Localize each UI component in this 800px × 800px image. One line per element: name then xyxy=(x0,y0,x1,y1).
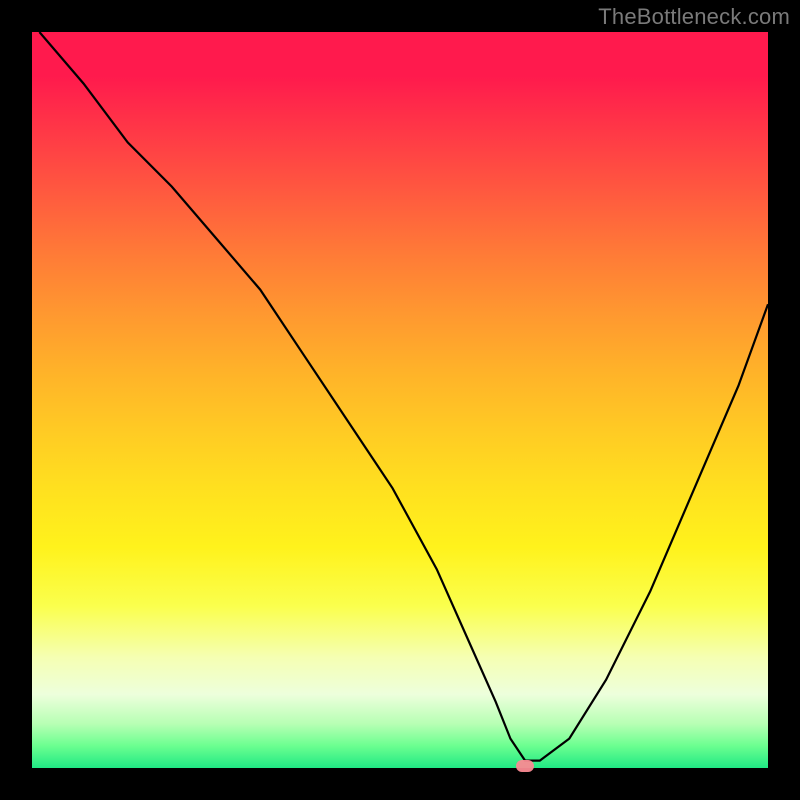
plot-area xyxy=(32,32,768,768)
watermark-text: TheBottleneck.com xyxy=(598,4,790,30)
optimal-marker xyxy=(516,760,534,772)
curve-svg xyxy=(32,32,768,768)
chart-frame: TheBottleneck.com xyxy=(0,0,800,800)
bottleneck-curve xyxy=(39,32,768,761)
